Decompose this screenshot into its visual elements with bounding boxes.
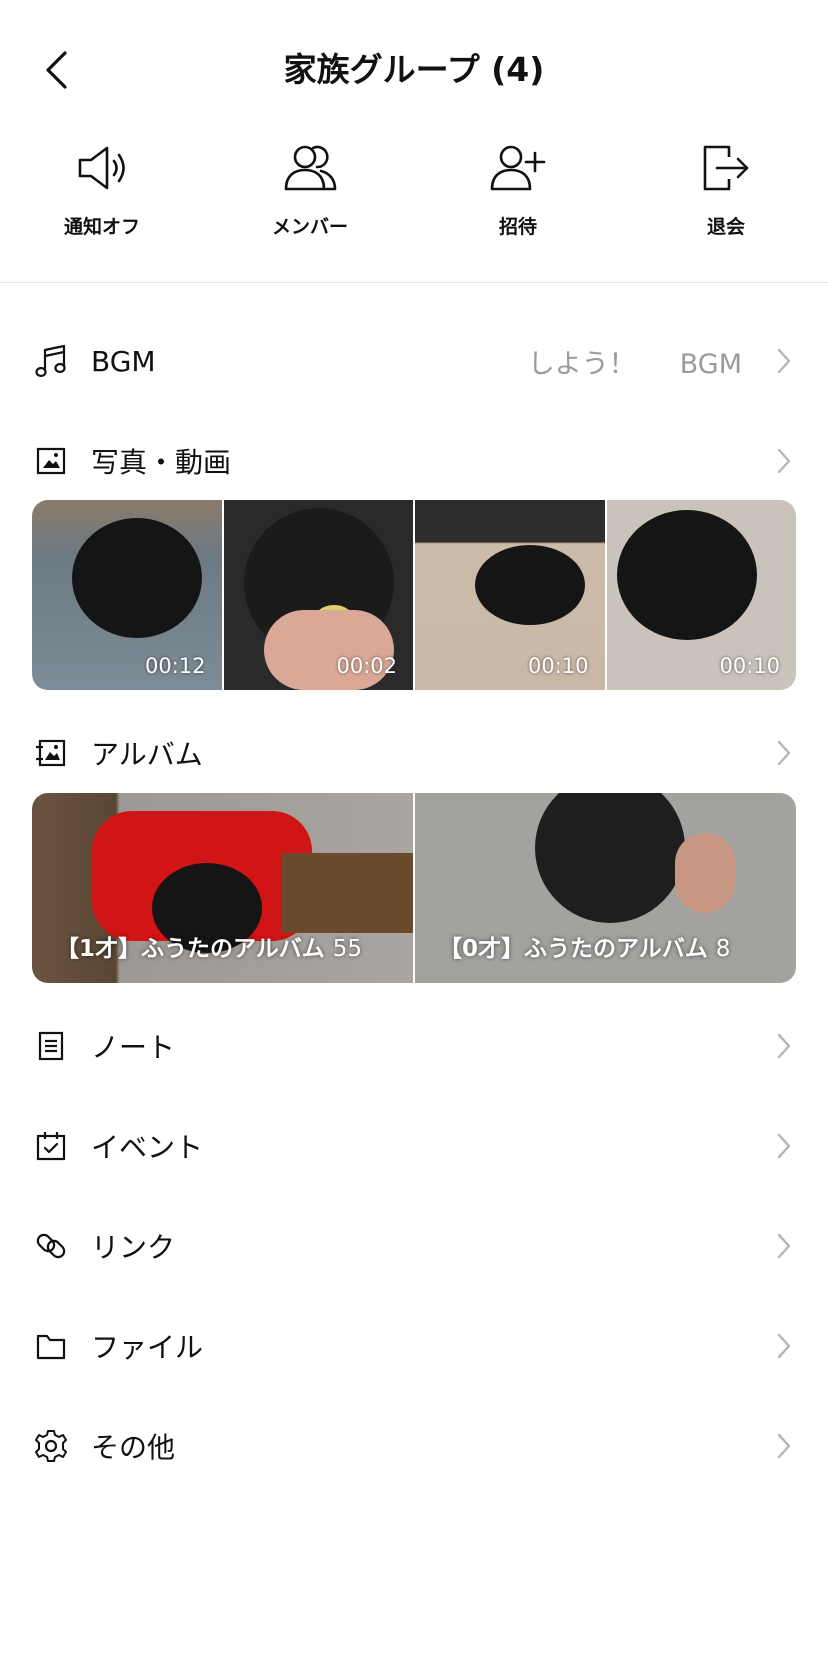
chevron-right-icon xyxy=(774,738,794,768)
leave-label: 退会 xyxy=(706,216,745,238)
gear-icon xyxy=(33,1428,69,1464)
calendar-check-icon xyxy=(33,1128,69,1164)
album-card-title: 【1才】ふうたのアルバム 55 xyxy=(56,929,362,963)
video-duration: 00:02 xyxy=(336,654,397,678)
chevron-right-icon xyxy=(774,1131,794,1161)
album-label: アルバム xyxy=(91,738,203,771)
bgm-label: BGM xyxy=(91,344,156,378)
album-thumbnails: 【1才】ふうたのアルバム 55 【0才】ふうたのアルバム 8 xyxy=(32,793,796,983)
album-icon xyxy=(33,735,69,771)
photos-videos-label: 写真・動画 xyxy=(91,446,232,479)
file-label: ファイル xyxy=(91,1331,204,1364)
note-icon xyxy=(33,1028,69,1064)
video-thumbnail[interactable]: 00:12 xyxy=(32,500,222,690)
other-label: その他 xyxy=(91,1431,176,1464)
link-icon xyxy=(33,1228,69,1264)
file-row[interactable]: ファイル xyxy=(0,1311,828,1381)
album-row[interactable]: アルバム xyxy=(0,718,828,788)
event-label: イベント xyxy=(91,1131,204,1164)
table-shape xyxy=(282,853,413,933)
header: 家族グループ (4) xyxy=(0,0,828,130)
chevron-right-icon xyxy=(774,1031,794,1061)
video-thumbnail[interactable]: 00:10 xyxy=(415,500,605,690)
dog-shape xyxy=(475,545,585,625)
dog-shape xyxy=(616,510,757,640)
hand-shape xyxy=(675,833,735,913)
bgm-row[interactable]: BGM しよう！ BGM xyxy=(0,326,828,396)
leave-button[interactable]: 退会 xyxy=(646,138,806,239)
chevron-right-icon xyxy=(774,1231,794,1261)
members-icon xyxy=(284,145,337,191)
notifications-off-button[interactable]: 通知オフ xyxy=(22,138,182,239)
page-title: 家族グループ (4) xyxy=(283,50,545,89)
chevron-right-icon xyxy=(774,1431,794,1461)
video-thumbnail[interactable]: 00:02 xyxy=(223,500,413,690)
invite-button[interactable]: 招待 xyxy=(438,138,598,239)
album-card-title: 【0才】ふうたのアルバム 8 xyxy=(439,929,730,963)
video-duration: 00:10 xyxy=(527,654,589,678)
album-card[interactable]: 【1才】ふうたのアルバム 55 xyxy=(32,793,413,983)
dog-shape xyxy=(72,518,202,638)
dog-shape xyxy=(535,793,685,923)
video-duration: 00:10 xyxy=(719,654,780,678)
album-count: 8 xyxy=(715,936,731,962)
video-thumbnail[interactable]: 00:10 xyxy=(606,500,796,690)
link-row[interactable]: リンク xyxy=(0,1211,828,1281)
bgm-suffix: BGM xyxy=(679,348,742,380)
folder-icon xyxy=(33,1328,69,1364)
section-divider xyxy=(0,282,828,283)
chevron-right-icon xyxy=(774,1331,794,1361)
add-user-icon xyxy=(490,145,546,191)
album-card[interactable]: 【0才】ふうたのアルバム 8 xyxy=(415,793,796,983)
speaker-icon xyxy=(78,146,125,190)
album-title-text: 【1才】ふうたのアルバム xyxy=(56,936,325,962)
photos-videos-row[interactable]: 写真・動画 xyxy=(0,426,828,496)
media-thumbnails: 00:12 00:02 00:10 00:10 xyxy=(32,500,796,690)
action-bar: 通知オフ メンバー 招待 退会 xyxy=(0,138,828,248)
invite-label: 招待 xyxy=(498,216,537,238)
notifications-off-label: 通知オフ xyxy=(63,216,140,238)
bgm-status: しよう！ BGM xyxy=(528,342,742,381)
photo-icon xyxy=(33,443,69,479)
members-label: メンバー xyxy=(271,216,348,238)
bgm-prompt: しよう！ xyxy=(527,348,636,380)
album-count: 55 xyxy=(332,936,363,962)
other-row[interactable]: その他 xyxy=(0,1411,828,1481)
hand-shape xyxy=(263,610,394,690)
event-row[interactable]: イベント xyxy=(0,1111,828,1181)
link-label: リンク xyxy=(91,1231,176,1264)
album-title-text: 【0才】ふうたのアルバム xyxy=(439,936,708,962)
note-row[interactable]: ノート xyxy=(0,1011,828,1081)
leave-icon xyxy=(703,145,749,191)
chevron-right-icon xyxy=(774,446,794,476)
note-label: ノート xyxy=(91,1031,176,1064)
members-button[interactable]: メンバー xyxy=(230,138,390,239)
video-duration: 00:12 xyxy=(144,654,206,678)
chevron-right-icon xyxy=(774,346,794,376)
music-note-icon xyxy=(33,343,69,379)
